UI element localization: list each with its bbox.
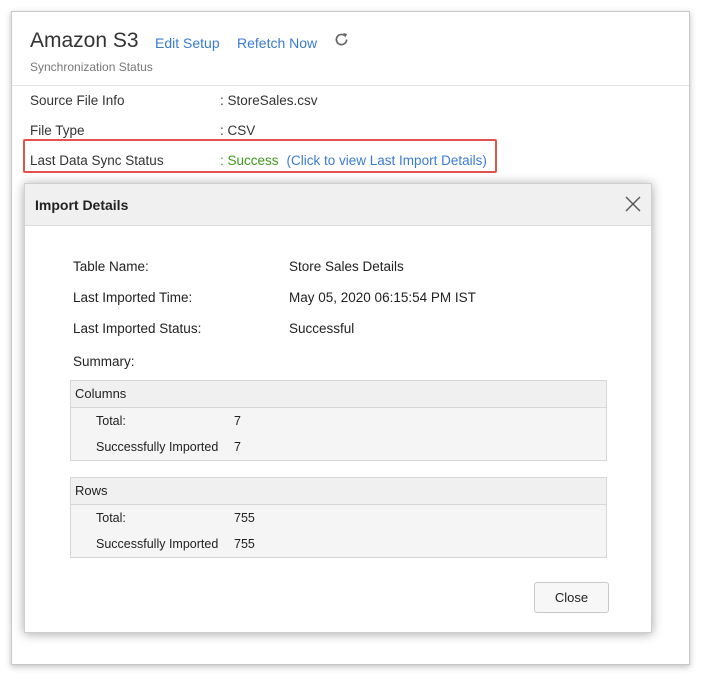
imported-status-value: Successful	[289, 321, 355, 336]
import-details-dialog: Import Details Table Name: Store Sales D…	[24, 183, 652, 633]
rows-success-label: Successfully Imported	[96, 537, 219, 551]
source-file-label: Source File Info	[30, 93, 125, 108]
columns-total-label: Total:	[96, 414, 126, 428]
rows-total-label: Total:	[96, 511, 126, 525]
columns-summary-box: Columns Total: 7 Successfully Imported 7	[70, 380, 607, 461]
dialog-header: Import Details	[25, 184, 651, 226]
rows-summary-box: Rows Total: 755 Successfully Imported 75…	[70, 477, 607, 558]
page-subtitle: Synchronization Status	[30, 60, 153, 74]
rows-total-value: 755	[234, 511, 255, 525]
table-name-value: Store Sales Details	[289, 259, 404, 274]
close-icon[interactable]	[624, 195, 642, 213]
rows-success-row: Successfully Imported 755	[71, 531, 606, 557]
summary-label: Summary:	[73, 354, 135, 369]
columns-heading: Columns	[71, 381, 606, 408]
imported-time-label: Last Imported Time:	[73, 290, 193, 305]
page-title: Amazon S3	[30, 29, 139, 52]
edit-setup-link[interactable]: Edit Setup	[155, 35, 220, 51]
rows-success-value: 755	[234, 537, 255, 551]
table-name-label: Table Name:	[73, 259, 149, 274]
page-header: Amazon S3 Edit Setup Refetch Now Synchro…	[12, 12, 689, 86]
file-type-value: : CSV	[220, 123, 256, 138]
dialog-title: Import Details	[35, 197, 129, 213]
imported-status-label: Last Imported Status:	[73, 321, 202, 336]
columns-success-value: 7	[234, 440, 241, 454]
refetch-now-link[interactable]: Refetch Now	[237, 35, 317, 51]
columns-success-label: Successfully Imported	[96, 440, 219, 454]
rows-total-row: Total: 755	[71, 505, 606, 531]
close-button[interactable]: Close	[534, 582, 609, 613]
source-file-value: : StoreSales.csv	[220, 93, 318, 108]
imported-time-value: May 05, 2020 06:15:54 PM IST	[289, 290, 476, 305]
columns-total-value: 7	[234, 414, 241, 428]
rows-heading: Rows	[71, 478, 606, 505]
file-type-label: File Type	[30, 123, 85, 138]
refresh-icon[interactable]	[333, 31, 350, 48]
columns-success-row: Successfully Imported 7	[71, 434, 606, 460]
columns-total-row: Total: 7	[71, 408, 606, 434]
highlight-box	[23, 139, 497, 173]
